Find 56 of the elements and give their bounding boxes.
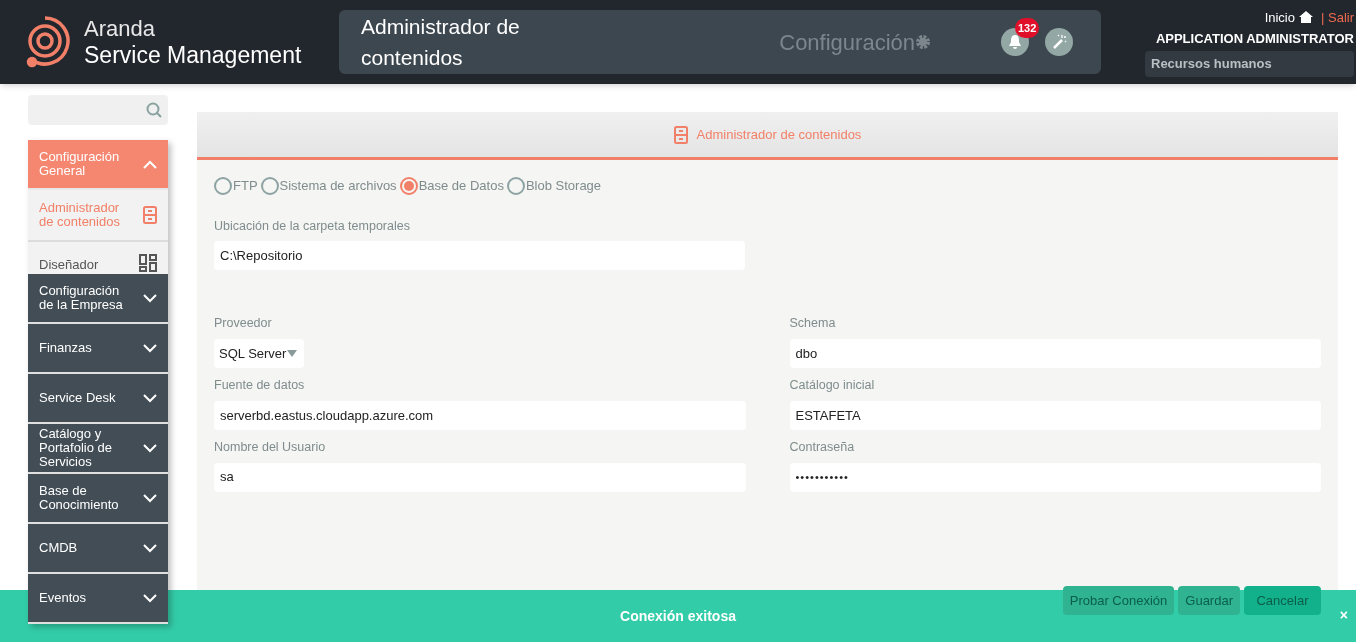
menu-group[interactable]: Catálogo y Portafolio de Servicios bbox=[28, 424, 168, 474]
input-field[interactable]: serverbd.eastus.cloudapp.azure.com bbox=[214, 400, 746, 430]
cabinet-icon bbox=[673, 125, 688, 144]
chevron-down-icon bbox=[143, 443, 157, 453]
field-label: Nombre del Usuario bbox=[214, 438, 327, 456]
field-label: Fuente de datos bbox=[214, 377, 306, 394]
menu-group[interactable]: CMDB bbox=[28, 524, 168, 574]
radio-button[interactable] bbox=[214, 176, 232, 195]
brand-name: Aranda bbox=[84, 16, 156, 42]
chevron-up-icon bbox=[143, 159, 157, 169]
grid-icon bbox=[139, 254, 157, 272]
field-label: Catálogo inicial bbox=[789, 377, 876, 394]
brand-product: Service Management bbox=[84, 42, 302, 68]
magic-wand-button[interactable] bbox=[1045, 28, 1073, 56]
menu-group[interactable]: Eventos bbox=[28, 574, 168, 624]
chevron-down-icon bbox=[143, 393, 157, 403]
section-title: Configuración bbox=[779, 28, 915, 57]
toast-message: Conexión exitosa bbox=[620, 606, 736, 626]
field-label: Schema bbox=[789, 315, 837, 333]
chevron-down-icon bbox=[143, 293, 157, 303]
notification-count: 132 bbox=[1015, 18, 1040, 38]
chevron-down-icon bbox=[143, 593, 157, 603]
chevron-down-icon bbox=[143, 343, 157, 353]
chevron-down-icon bbox=[143, 493, 157, 503]
bell-icon bbox=[1008, 34, 1022, 50]
caret-icon bbox=[287, 350, 298, 357]
search-icon bbox=[146, 102, 162, 118]
radio-button[interactable] bbox=[506, 176, 525, 195]
menu-item[interactable]: Diseñador bbox=[28, 242, 168, 274]
menu-group[interactable]: Finanzas bbox=[28, 324, 168, 374]
radio-button[interactable] bbox=[260, 176, 279, 195]
menu-group[interactable]: Service Desk bbox=[28, 374, 168, 424]
home-link[interactable]: Inicio bbox=[1264, 7, 1295, 27]
menu-group[interactable]: Base de Conocimiento bbox=[28, 474, 168, 524]
panel-title: Administrador de contenidos bbox=[696, 125, 862, 144]
input-field[interactable]: dbo bbox=[789, 339, 1321, 368]
field-label: Ubicación de la carpeta temporales bbox=[214, 217, 411, 235]
user-name: APPLICATION ADMINISTRATOR bbox=[1155, 30, 1354, 48]
field-label: Contraseña bbox=[789, 438, 856, 456]
page-title: Administrador de contenidos bbox=[361, 14, 521, 71]
field-label: Proveedor bbox=[214, 315, 273, 333]
input-field[interactable]: ESTAFETA bbox=[789, 400, 1321, 430]
menu-group[interactable]: Configuración de la Empresa bbox=[28, 274, 168, 324]
project-selector[interactable]: Recursos humanos bbox=[1145, 50, 1354, 77]
home-icon bbox=[1299, 11, 1313, 24]
input-field[interactable]: sa bbox=[214, 462, 746, 492]
cabinet-icon bbox=[143, 206, 157, 224]
logout-link[interactable]: | Salir bbox=[1321, 7, 1354, 27]
magic-wand-icon bbox=[1051, 34, 1067, 50]
radio-button[interactable] bbox=[399, 176, 418, 195]
password-field[interactable]: ••••••••••• bbox=[789, 462, 1321, 492]
dropdown[interactable]: SQL Server bbox=[214, 339, 304, 368]
input-field[interactable]: C:\Repositorio bbox=[214, 241, 745, 271]
gear-icon bbox=[915, 34, 931, 50]
chevron-down-icon bbox=[143, 543, 157, 553]
search-field[interactable] bbox=[28, 95, 168, 125]
